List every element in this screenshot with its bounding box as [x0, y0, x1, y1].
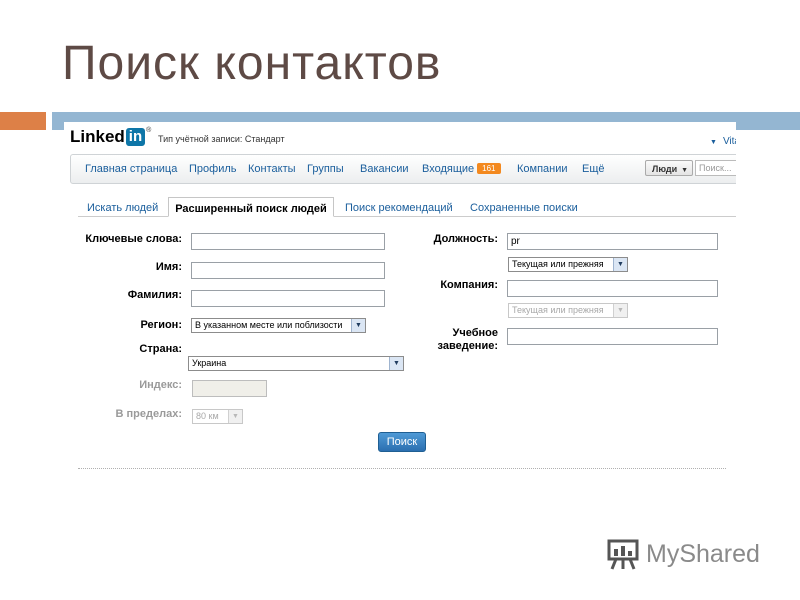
logo-registered-mark: ®: [146, 127, 152, 134]
job-title-scope-select[interactable]: Текущая или прежняя ▼: [508, 257, 628, 272]
chevron-down-icon: ▼: [228, 410, 242, 423]
radius-value: 80 км: [196, 411, 219, 421]
country-label: Страна:: [139, 343, 182, 355]
chevron-down-icon: ▼: [613, 258, 627, 271]
chevron-down-icon: ▼: [613, 304, 627, 317]
keywords-label: Ключевые слова:: [85, 233, 182, 245]
nav-contacts[interactable]: Контакты: [248, 163, 296, 175]
country-value: Украина: [192, 358, 227, 368]
search-scope-label: Люди: [652, 164, 678, 174]
zip-label: Индекс:: [139, 379, 182, 391]
region-value: В указанном месте или поблизости: [195, 320, 343, 330]
tab-advanced-search-label: Расширенный поиск людей: [175, 203, 327, 215]
tab-search-people[interactable]: Искать людей: [87, 202, 158, 214]
company-scope-value: Текущая или прежняя: [512, 305, 604, 315]
slide-title: Поиск контактов: [62, 37, 442, 90]
myshared-watermark: MyShared: [606, 536, 760, 572]
account-type: Тип учётной записи: Стандарт: [158, 134, 285, 144]
job-title-input[interactable]: pr: [507, 233, 718, 250]
presentation-board-icon: [607, 539, 639, 570]
inbox-count-badge: 161: [477, 163, 501, 174]
chevron-down-icon: ▼: [389, 357, 403, 370]
title-band-accent: [0, 112, 46, 130]
radius-select[interactable]: 80 км ▼: [192, 409, 243, 424]
nav-more[interactable]: Ещё: [582, 163, 605, 175]
tab-saved-searches[interactable]: Сохраненные поиски: [470, 202, 578, 214]
nav-jobs[interactable]: Вакансии: [360, 163, 409, 175]
form-divider: [78, 468, 726, 469]
last-name-input[interactable]: [191, 290, 385, 307]
job-title-scope-value: Текущая или прежняя: [512, 259, 604, 269]
watermark-text: MyShared: [646, 539, 760, 568]
nav-profile[interactable]: Профиль: [189, 163, 237, 175]
school-label-line1: Учебное: [452, 327, 498, 339]
search-scope-dropdown[interactable]: Люди ▼: [645, 160, 693, 176]
chevron-down-icon: ▼: [710, 139, 717, 146]
tab-search-references[interactable]: Поиск рекомендаций: [345, 202, 453, 214]
radius-label: В пределах:: [115, 408, 182, 420]
nav-inbox[interactable]: Входящие 161: [422, 163, 501, 175]
nav-home[interactable]: Главная страница: [85, 163, 177, 175]
last-name-label: Фамилия:: [127, 289, 182, 301]
keywords-input[interactable]: [191, 233, 385, 250]
nav-search-input[interactable]: Поиск...: [695, 160, 736, 176]
linkedin-logo[interactable]: Linked in ®: [70, 127, 151, 147]
nav-inbox-label: Входящие: [422, 163, 475, 175]
chevron-down-icon: ▼: [681, 167, 689, 174]
first-name-input[interactable]: [191, 262, 385, 279]
nav-groups[interactable]: Группы: [307, 163, 344, 175]
company-input[interactable]: [507, 280, 718, 297]
chevron-down-icon: ▼: [351, 319, 365, 332]
job-title-label: Должность:: [433, 233, 498, 245]
region-label: Регион:: [140, 319, 182, 331]
school-input[interactable]: [507, 328, 718, 345]
school-label-line2: заведение:: [437, 340, 498, 352]
first-name-label: Имя:: [155, 261, 182, 273]
nav-companies[interactable]: Компании: [517, 163, 568, 175]
search-button[interactable]: Поиск: [378, 432, 426, 452]
company-label: Компания:: [440, 279, 498, 291]
user-menu[interactable]: ▼ Vita: [710, 136, 736, 147]
country-select[interactable]: Украина ▼: [188, 356, 404, 371]
logo-in-box: in: [125, 128, 146, 146]
company-scope-select[interactable]: Текущая или прежняя ▼: [508, 303, 628, 318]
logo-text: Linked: [70, 127, 125, 146]
linkedin-screenshot: Linked in ® Тип учётной записи: Стандарт…: [64, 122, 736, 478]
user-name: Vita: [722, 136, 736, 147]
tab-advanced-search[interactable]: Расширенный поиск людей: [168, 197, 334, 217]
region-select[interactable]: В указанном месте или поблизости ▼: [191, 318, 366, 333]
zip-input[interactable]: [192, 380, 267, 397]
main-nav: Главная страница Профиль Контакты Группы…: [70, 154, 736, 184]
